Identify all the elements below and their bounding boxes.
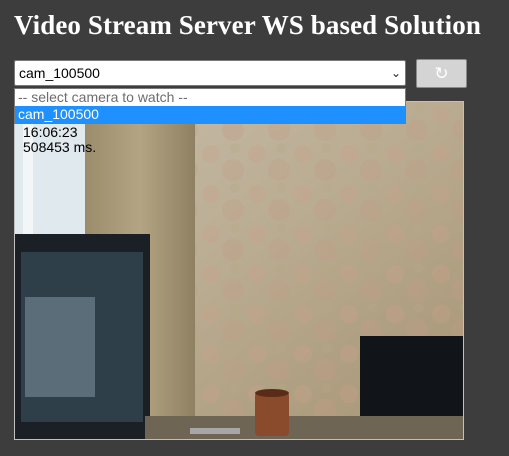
refresh-icon: ↻: [434, 64, 449, 83]
camera-option-placeholder[interactable]: -- select camera to watch --: [15, 89, 405, 106]
camera-select[interactable]: cam_100500 ⌄: [14, 60, 406, 86]
camera-select-value: cam_100500: [19, 65, 100, 81]
stream-time: 16:06:23: [23, 124, 78, 140]
video-stream: 16:06:23 508453 ms.: [14, 101, 464, 440]
stream-latency: 508453 ms.: [23, 139, 97, 155]
camera-option-cam_100500[interactable]: cam_100500: [15, 106, 405, 123]
video-overlay-info: 16:06:23 508453 ms.: [23, 125, 96, 155]
refresh-button[interactable]: ↻: [416, 59, 467, 88]
camera-dropdown-list: -- select camera to watch -- cam_100500: [14, 88, 406, 124]
page-title: Video Stream Server WS based Solution: [14, 10, 481, 40]
chevron-down-icon: ⌄: [390, 66, 401, 80]
